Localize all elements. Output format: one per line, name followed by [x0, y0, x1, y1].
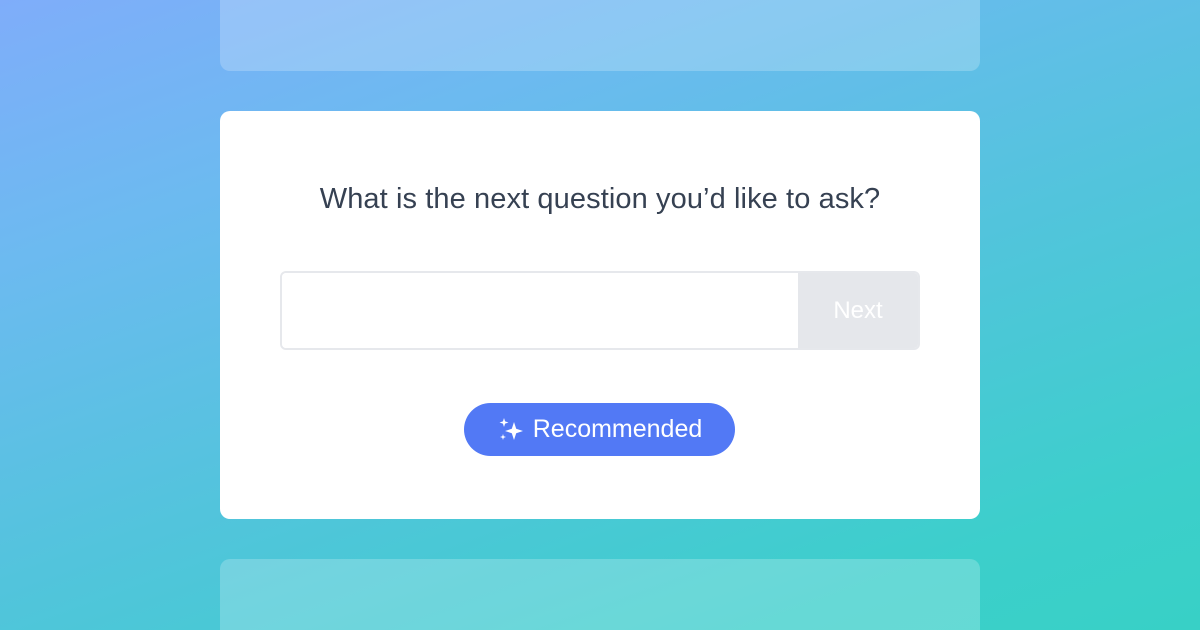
- previous-card-ghost: [220, 0, 980, 71]
- next-card-ghost: [220, 559, 980, 630]
- recommended-button[interactable]: Recommended: [464, 403, 735, 456]
- answer-input[interactable]: [282, 273, 798, 348]
- next-button[interactable]: Next: [798, 273, 918, 348]
- question-prompt: What is the next question you’d like to …: [319, 183, 881, 215]
- sparkle-icon: [497, 416, 525, 444]
- recommended-label: Recommended: [532, 415, 703, 443]
- answer-input-group: Next: [280, 271, 920, 350]
